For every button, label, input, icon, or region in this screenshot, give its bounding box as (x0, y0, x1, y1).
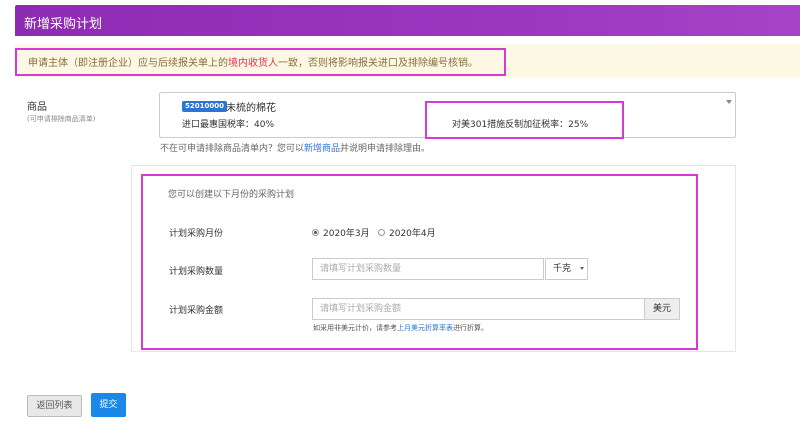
mfn-rate: 进口最惠国税率：40% (182, 120, 275, 130)
note-text-after: 进行折算。 (453, 324, 488, 332)
notice-highlight-frame (15, 48, 506, 76)
goods-label: 商品 (27, 102, 47, 113)
submit-button[interactable]: 提交 (91, 393, 126, 417)
rate-table-link[interactable]: 上月美元折算率表 (397, 324, 453, 332)
back-to-list-button[interactable]: 返回列表 (27, 395, 82, 417)
tariff-highlight-frame (425, 101, 624, 139)
help-text-after: 并说明申请排除理由。 (340, 144, 431, 154)
radio-unchecked-icon[interactable] (378, 229, 385, 236)
month-radio-1[interactable]: 2020年3月 (312, 226, 370, 239)
page-title: 新增采购计划 (24, 17, 103, 32)
goods-name: 未梳的棉花 (226, 103, 276, 114)
month-option-label: 2020年4月 (389, 229, 436, 239)
chevron-down-icon[interactable] (580, 267, 584, 270)
help-line: 不在可申请排除商品清单内？您可以新增商品并说明申请排除理由。 (160, 141, 430, 154)
help-text-before: 不在可申请排除商品清单内？您可以 (160, 144, 305, 154)
amount-input[interactable]: 请填写计划采购金额 (312, 298, 645, 320)
amount-label: 计划采购金额 (169, 306, 224, 316)
radio-checked-icon[interactable] (312, 229, 319, 236)
month-label: 计划采购月份 (169, 229, 224, 239)
plan-heading: 您可以创建以下月份的采购计划 (168, 190, 295, 200)
note-text-before: 如采用非美元计价，请参考 (313, 324, 397, 332)
add-goods-link[interactable]: 新增商品 (304, 144, 340, 154)
chevron-down-icon[interactable] (726, 100, 732, 104)
goods-sublabel: (可申请排除商品清单) (27, 115, 96, 123)
hs-code-badge: 52010000 (182, 101, 227, 112)
month-option-label: 2020年3月 (323, 229, 370, 239)
page-header: 新增采购计划 (15, 5, 800, 36)
quantity-label: 计划采购数量 (169, 267, 224, 277)
currency-addon: 美元 (644, 298, 680, 320)
quantity-input[interactable]: 请填写计划采购数量 (312, 258, 544, 280)
currency-note: 如采用非美元计价，请参考上月美元折算率表进行折算。 (313, 323, 488, 333)
month-radio-2[interactable]: 2020年4月 (378, 226, 436, 239)
